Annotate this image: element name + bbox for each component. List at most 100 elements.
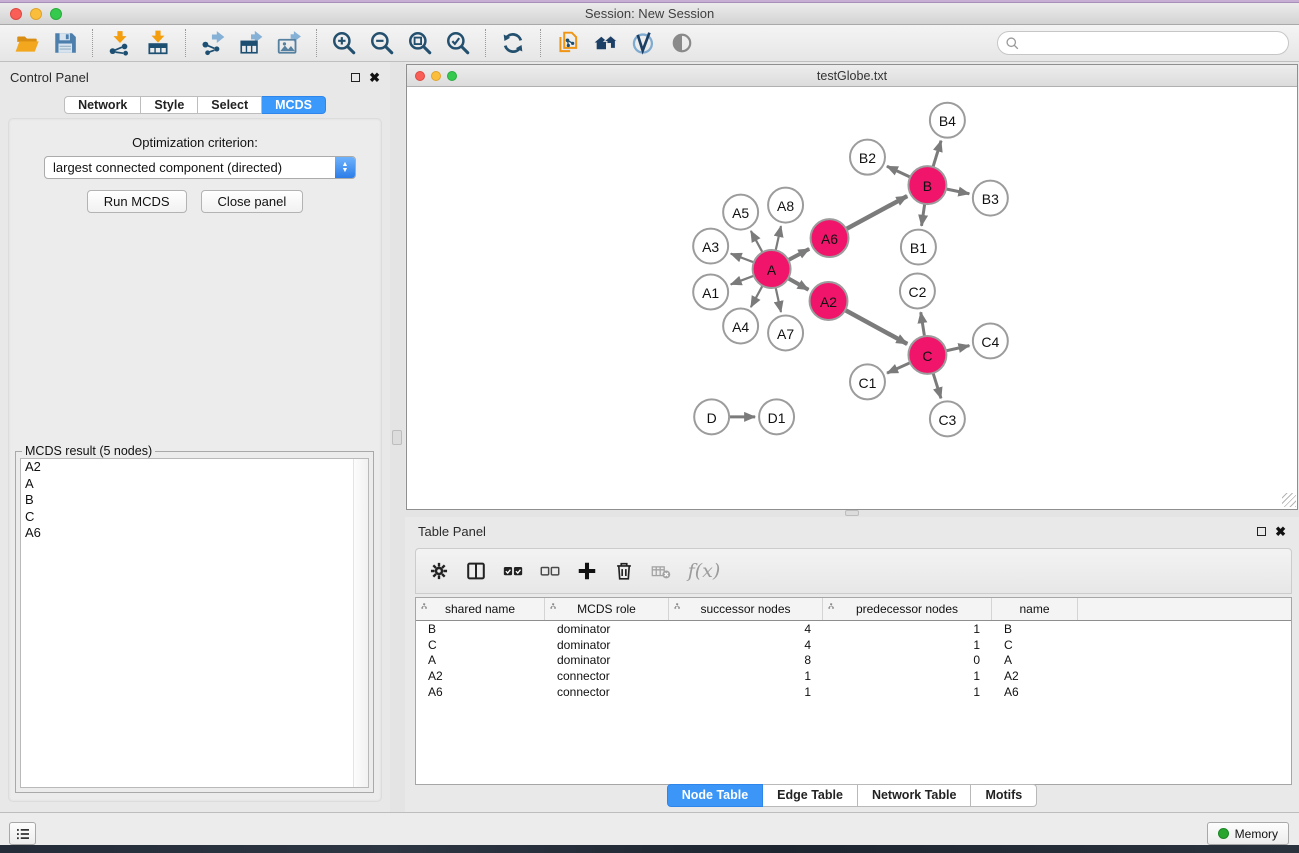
node-A2[interactable]: A2 <box>810 282 848 320</box>
table-cell[interactable]: 1 <box>669 685 823 699</box>
table-cell[interactable]: 0 <box>823 653 992 667</box>
node-B2[interactable]: B2 <box>850 140 885 175</box>
table-cell[interactable]: 1 <box>823 622 992 636</box>
table-cell[interactable]: connector <box>545 685 669 699</box>
open-session-button[interactable] <box>10 27 44 59</box>
table-cell[interactable]: B <box>416 622 545 636</box>
export-network-button[interactable] <box>196 27 230 59</box>
close-panel-icon[interactable]: ✖ <box>369 71 380 84</box>
resize-grip-icon[interactable] <box>1282 493 1296 507</box>
close-panel-icon[interactable]: ✖ <box>1275 525 1286 538</box>
table-cell[interactable]: dominator <box>545 638 669 652</box>
tab-node-table[interactable]: Node Table <box>667 784 763 807</box>
column-header-MCDS-role[interactable]: MCDS role <box>545 598 669 620</box>
table-cell[interactable]: connector <box>545 669 669 683</box>
zoom-selected-button[interactable] <box>441 27 475 59</box>
close-panel-button[interactable]: Close panel <box>201 190 304 213</box>
scrollbar-track[interactable] <box>353 459 368 787</box>
table-row[interactable]: Adominator80A <box>416 652 1291 668</box>
split-handle[interactable] <box>392 430 402 445</box>
node-B[interactable]: B <box>908 166 946 204</box>
node-D[interactable]: D <box>694 399 729 434</box>
save-session-button[interactable] <box>48 27 82 59</box>
table-cell[interactable]: A <box>992 653 1078 667</box>
float-panel-icon[interactable] <box>351 73 360 82</box>
tab-mcds[interactable]: MCDS <box>262 96 326 114</box>
node-A4[interactable]: A4 <box>723 308 758 343</box>
table-cell[interactable]: B <box>992 622 1078 636</box>
node-A1[interactable]: A1 <box>693 275 728 310</box>
deselect-all-button[interactable] <box>535 554 565 588</box>
float-panel-icon[interactable] <box>1257 527 1266 536</box>
tab-select[interactable]: Select <box>198 96 262 114</box>
memory-button[interactable]: Memory <box>1207 822 1289 845</box>
split-handle[interactable] <box>845 510 859 516</box>
export-image-button[interactable] <box>272 27 306 59</box>
node-A7[interactable]: A7 <box>768 315 803 350</box>
column-header-shared-name[interactable]: shared name <box>416 598 545 620</box>
zoom-in-button[interactable] <box>327 27 361 59</box>
table-cell[interactable]: 4 <box>669 638 823 652</box>
first-neighbors-button[interactable] <box>589 27 623 59</box>
column-header-predecessor-nodes[interactable]: predecessor nodes <box>823 598 992 620</box>
network-window-titlebar[interactable]: testGlobe.txt <box>407 65 1297 87</box>
zoom-fit-button[interactable] <box>403 27 437 59</box>
mcds-result-item[interactable]: A6 <box>21 525 368 542</box>
mcds-result-list[interactable]: A2ABCA6 <box>20 458 369 788</box>
show-details-button[interactable] <box>665 27 699 59</box>
network-canvas[interactable]: B4B2BB3A8A5A6A3B1AC2A1A2A4A7C4CC1C3DD1 <box>407 87 1297 508</box>
horizontal-split-divider[interactable] <box>405 510 1299 517</box>
column-header-successor-nodes[interactable]: successor nodes <box>669 598 823 620</box>
node-C2[interactable]: C2 <box>900 274 935 309</box>
node-C3[interactable]: C3 <box>930 401 965 436</box>
table-cell[interactable]: 1 <box>823 669 992 683</box>
mcds-result-item[interactable]: A2 <box>21 459 368 476</box>
node-A3[interactable]: A3 <box>693 229 728 264</box>
tab-edge-table[interactable]: Edge Table <box>763 784 858 807</box>
table-row[interactable]: Bdominator41B <box>416 621 1291 637</box>
tab-motifs[interactable]: Motifs <box>971 784 1037 807</box>
node-C1[interactable]: C1 <box>850 364 885 399</box>
table-cell[interactable]: 1 <box>823 685 992 699</box>
table-cell[interactable]: dominator <box>545 653 669 667</box>
import-network-button[interactable] <box>103 27 137 59</box>
table-cell[interactable]: A2 <box>416 669 545 683</box>
task-history-button[interactable] <box>9 822 36 845</box>
node-B3[interactable]: B3 <box>973 181 1008 216</box>
node-A6[interactable]: A6 <box>811 219 849 257</box>
table-row[interactable]: A2connector11A2 <box>416 668 1291 684</box>
tab-network-table[interactable]: Network Table <box>858 784 972 807</box>
refresh-button[interactable] <box>496 27 530 59</box>
node-A8[interactable]: A8 <box>768 188 803 223</box>
table-cell[interactable]: A6 <box>992 685 1078 699</box>
settings-gear-button[interactable] <box>424 554 454 588</box>
table-cell[interactable]: A6 <box>416 685 545 699</box>
node-B4[interactable]: B4 <box>930 103 965 138</box>
select-all-button[interactable] <box>498 554 528 588</box>
node-D1[interactable]: D1 <box>759 399 794 434</box>
tab-network[interactable]: Network <box>64 96 141 114</box>
criterion-select[interactable]: largest connected component (directed) ▲… <box>44 156 356 179</box>
run-mcds-button[interactable]: Run MCDS <box>87 190 187 213</box>
vertical-split-divider[interactable] <box>390 62 405 812</box>
hide-details-button[interactable] <box>627 27 661 59</box>
node-B1[interactable]: B1 <box>901 230 936 265</box>
node-A5[interactable]: A5 <box>723 195 758 230</box>
mcds-result-item[interactable]: B <box>21 492 368 509</box>
table-cell[interactable]: C <box>992 638 1078 652</box>
table-row[interactable]: A6connector11A6 <box>416 684 1291 700</box>
table-cell[interactable]: 1 <box>823 638 992 652</box>
column-layout-button[interactable] <box>461 554 491 588</box>
zoom-out-button[interactable] <box>365 27 399 59</box>
node-C4[interactable]: C4 <box>973 323 1008 358</box>
mcds-result-item[interactable]: A <box>21 476 368 493</box>
column-header-name[interactable]: name <box>992 598 1078 620</box>
node-C[interactable]: C <box>908 336 946 374</box>
table-cell[interactable]: C <box>416 638 545 652</box>
duplicate-network-button[interactable] <box>551 27 585 59</box>
table-cell[interactable]: 1 <box>669 669 823 683</box>
table-cell[interactable]: 8 <box>669 653 823 667</box>
network-graph[interactable]: B4B2BB3A8A5A6A3B1AC2A1A2A4A7C4CC1C3DD1 <box>407 87 1297 508</box>
export-table-button[interactable] <box>234 27 268 59</box>
table-row[interactable]: Cdominator41C <box>416 637 1291 653</box>
